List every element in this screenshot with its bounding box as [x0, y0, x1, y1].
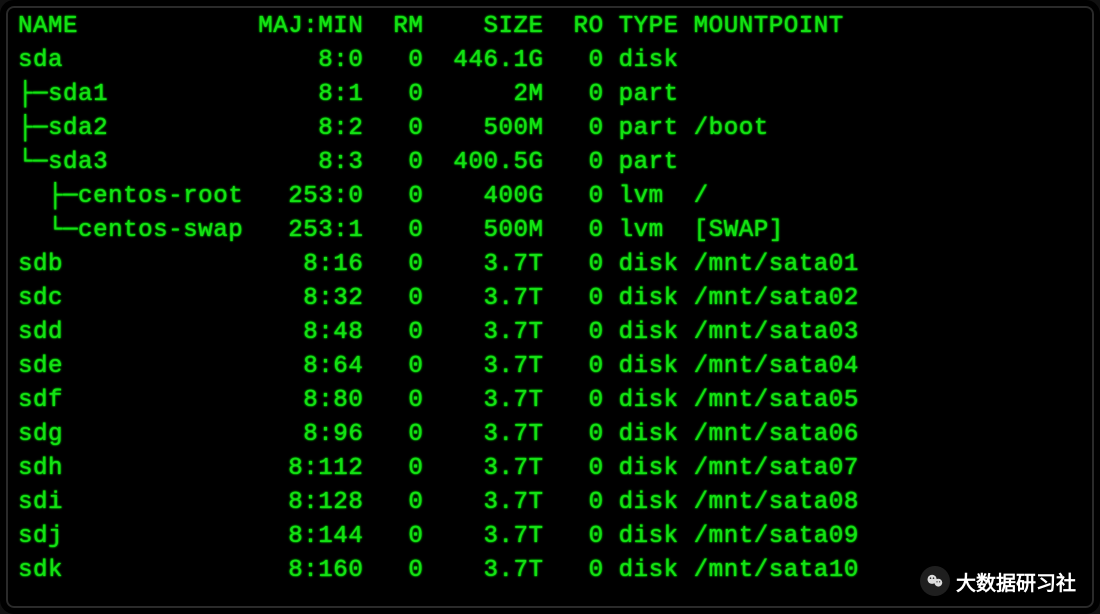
wechat-icon: [920, 566, 950, 596]
watermark-text: 大数据研习社: [956, 567, 1076, 596]
lsblk-output: NAME MAJ:MIN RM SIZE RO TYPE MOUNTPOINT …: [6, 6, 1094, 588]
watermark: 大数据研习社: [920, 566, 1076, 596]
terminal-window: NAME MAJ:MIN RM SIZE RO TYPE MOUNTPOINT …: [0, 0, 1100, 614]
